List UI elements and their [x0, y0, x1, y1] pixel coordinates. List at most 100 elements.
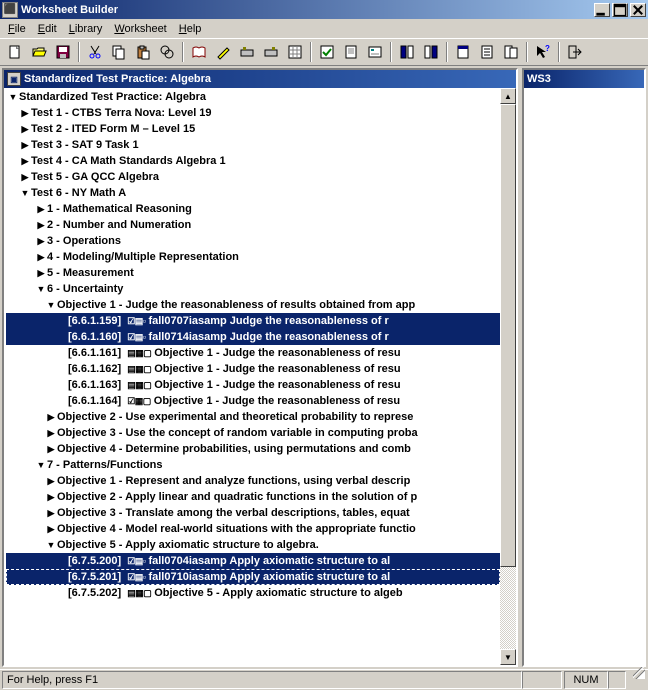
maximize-button[interactable] [612, 3, 628, 17]
expand-icon[interactable] [46, 521, 56, 537]
close-button[interactable] [630, 3, 646, 17]
collapse-icon[interactable] [36, 457, 46, 473]
tree-row[interactable]: 3 - Operations [6, 233, 500, 249]
tree-row[interactable]: [6.6.1.162]▤▦▢Objective 1 - Judge the re… [6, 361, 500, 377]
tb-page-b[interactable] [476, 41, 498, 63]
tb-page-a[interactable] [452, 41, 474, 63]
expand-icon[interactable] [36, 201, 46, 217]
expand-icon[interactable] [46, 489, 56, 505]
tb-grid[interactable] [284, 41, 306, 63]
menu-edit[interactable]: Edit [32, 21, 63, 37]
item-code: [6.7.5.201] [68, 569, 127, 585]
expand-icon[interactable] [20, 137, 30, 153]
minimize-button[interactable] [594, 3, 610, 17]
tree-row[interactable]: [6.6.1.164]☑▦▢Objective 1 - Judge the re… [6, 393, 500, 409]
menu-library[interactable]: Library [63, 21, 109, 37]
tree-row[interactable]: 7 - Patterns/Functions [6, 457, 500, 473]
scroll-thumb[interactable] [500, 104, 516, 567]
tb-help[interactable]: ? [532, 41, 554, 63]
tb-cut[interactable] [84, 41, 106, 63]
scroll-up-button[interactable]: ▲ [500, 88, 516, 104]
expand-icon[interactable] [36, 265, 46, 281]
tree-item-label: 4 - Modeling/Multiple Representation [46, 249, 239, 265]
tree-row[interactable]: Standardized Test Practice: Algebra [6, 89, 500, 105]
tree-row[interactable]: [6.6.1.159]☑▤▫fall0707iasamp Judge the r… [6, 313, 500, 329]
tree-row[interactable]: [6.6.1.161]▤▦▢Objective 1 - Judge the re… [6, 345, 500, 361]
tree-row[interactable]: Objective 3 - Translate among the verbal… [6, 505, 500, 521]
vertical-scrollbar[interactable]: ▲ ▼ [500, 88, 516, 665]
tree-view[interactable]: Standardized Test Practice: AlgebraTest … [4, 88, 500, 665]
collapse-icon[interactable] [46, 537, 56, 553]
tb-find[interactable] [156, 41, 178, 63]
tree-row[interactable]: Test 3 - SAT 9 Task 1 [6, 137, 500, 153]
expand-icon[interactable] [46, 505, 56, 521]
tb-exit[interactable] [564, 41, 586, 63]
tree-row[interactable]: Test 6 - NY Math A [6, 185, 500, 201]
tb-open[interactable] [28, 41, 50, 63]
tree-row[interactable]: Test 5 - GA QCC Algebra [6, 169, 500, 185]
tree-item-label: Test 2 - ITED Form M – Level 15 [30, 121, 195, 137]
expand-icon[interactable] [46, 441, 56, 457]
collapse-icon[interactable] [46, 297, 56, 313]
tree-row[interactable]: Test 2 - ITED Form M – Level 15 [6, 121, 500, 137]
toolbar: ? [0, 38, 648, 66]
tree-row[interactable]: Objective 2 - Apply linear and quadratic… [6, 489, 500, 505]
tb-copy[interactable] [108, 41, 130, 63]
expand-icon[interactable] [20, 153, 30, 169]
tb-sheet[interactable] [340, 41, 362, 63]
col-left-icon [399, 44, 415, 60]
tree-row[interactable]: 1 - Mathematical Reasoning [6, 201, 500, 217]
expand-icon[interactable] [46, 473, 56, 489]
tree-row[interactable]: 5 - Measurement [6, 265, 500, 281]
tree-row[interactable]: [6.7.5.202]▤▦▢Objective 5 - Apply axioma… [6, 585, 500, 601]
tb-check[interactable] [316, 41, 338, 63]
tree-row[interactable]: [6.6.1.163]▤▦▢Objective 1 - Judge the re… [6, 377, 500, 393]
tree-row[interactable]: Objective 1 - Judge the reasonableness o… [6, 297, 500, 313]
tree-row[interactable]: Objective 3 - Use the concept of random … [6, 425, 500, 441]
expand-icon[interactable] [20, 105, 30, 121]
tree-row[interactable]: Test 4 - CA Math Standards Algebra 1 [6, 153, 500, 169]
tb-tool-b[interactable] [260, 41, 282, 63]
tree-row[interactable]: Objective 1 - Represent and analyze func… [6, 473, 500, 489]
expand-icon[interactable] [36, 249, 46, 265]
tb-book[interactable] [188, 41, 210, 63]
tree-row[interactable]: 6 - Uncertainty [6, 281, 500, 297]
collapse-icon[interactable] [36, 281, 46, 297]
tree-row[interactable]: Test 1 - CTBS Terra Nova: Level 19 [6, 105, 500, 121]
menu-help[interactable]: Help [173, 21, 208, 37]
tree-row[interactable]: 4 - Modeling/Multiple Representation [6, 249, 500, 265]
expand-icon[interactable] [20, 121, 30, 137]
tree-row[interactable]: [6.7.5.200]☑▤▫fall0704iasamp Apply axiom… [6, 553, 500, 569]
expand-icon[interactable] [36, 217, 46, 233]
menu-worksheet[interactable]: Worksheet [108, 21, 172, 37]
item-type-icons: ▤▦▢ [127, 345, 153, 361]
tree-row[interactable]: [6.6.1.160]☑▤▫fall0714iasamp Judge the r… [6, 329, 500, 345]
collapse-icon[interactable] [8, 89, 18, 105]
tree-row[interactable]: Objective 5 - Apply axiomatic structure … [6, 537, 500, 553]
tb-save[interactable] [52, 41, 74, 63]
expand-icon[interactable] [20, 169, 30, 185]
expand-icon[interactable] [46, 409, 56, 425]
tb-col-r[interactable] [420, 41, 442, 63]
tb-tool-a[interactable] [236, 41, 258, 63]
tree-row[interactable]: Objective 4 - Model real-world situation… [6, 521, 500, 537]
tree-row[interactable]: [6.7.5.201]☑▤▫fall0710iasamp Apply axiom… [6, 569, 500, 585]
collapse-icon[interactable] [20, 185, 30, 201]
tb-paste[interactable] [132, 41, 154, 63]
tree-row[interactable]: Objective 4 - Determine probabilities, u… [6, 441, 500, 457]
tb-form[interactable] [364, 41, 386, 63]
scroll-track[interactable] [500, 104, 516, 649]
tb-col-l[interactable] [396, 41, 418, 63]
expand-icon[interactable] [36, 233, 46, 249]
tb-page-c[interactable] [500, 41, 522, 63]
item-code: [6.6.1.160] [68, 329, 127, 345]
toolbar-separator [526, 42, 528, 62]
tb-new[interactable] [4, 41, 26, 63]
tree-item-label: Objective 1 - Judge the reasonableness o… [153, 393, 400, 409]
expand-icon[interactable] [46, 425, 56, 441]
menu-file[interactable]: File [2, 21, 32, 37]
scroll-down-button[interactable]: ▼ [500, 649, 516, 665]
tree-row[interactable]: Objective 2 - Use experimental and theor… [6, 409, 500, 425]
tb-highlight[interactable] [212, 41, 234, 63]
tree-row[interactable]: 2 - Number and Numeration [6, 217, 500, 233]
